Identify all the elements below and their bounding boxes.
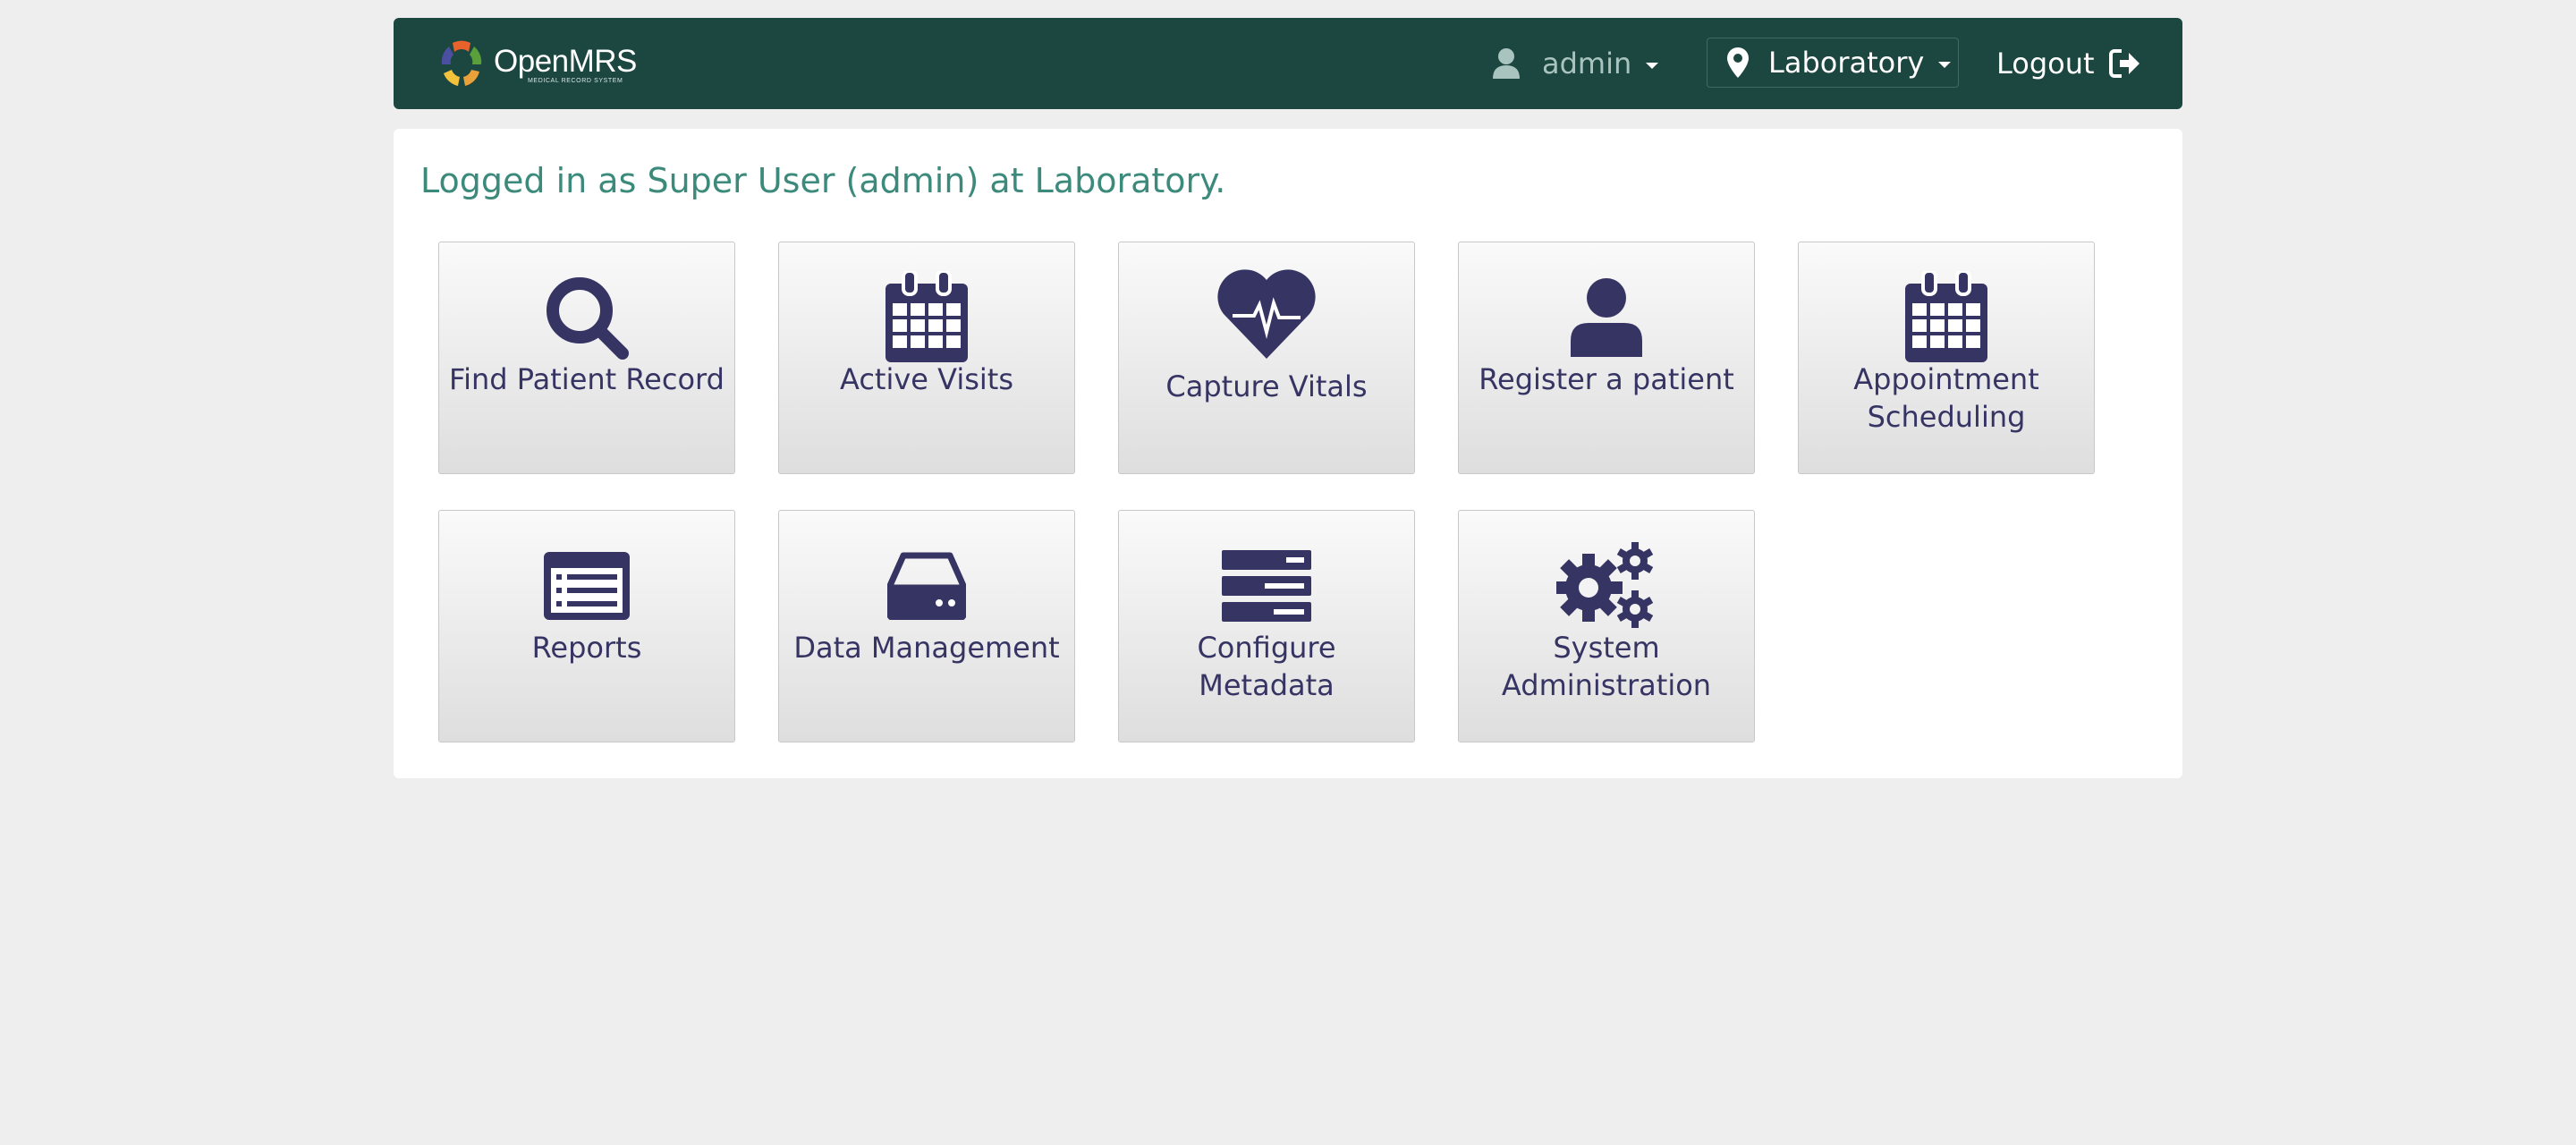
gears-icon — [1556, 542, 1654, 628]
app-tile-label: Appointment Scheduling — [1853, 362, 2039, 434]
top-header: OpenMRS MEDICAL RECORD SYSTEM admin Labo… — [394, 18, 2182, 109]
location-label: Laboratory — [1768, 46, 1925, 80]
app-tile-data-management[interactable]: Data Management — [778, 510, 1075, 742]
search-icon — [547, 277, 629, 360]
user-menu[interactable]: admin — [1492, 43, 1659, 84]
map-marker-icon — [1727, 47, 1749, 78]
chevron-down-icon — [1938, 61, 1952, 68]
tasks-icon — [1222, 550, 1311, 622]
main-panel: Logged in as Super User (admin) at Labor… — [394, 129, 2182, 778]
sign-out-icon — [2108, 49, 2140, 78]
logo-name: OpenMRS — [494, 43, 637, 79]
app-tile-label: System Administration — [1501, 631, 1712, 702]
user-menu-label: admin — [1542, 47, 1632, 81]
logout-label: Logout — [1996, 47, 2095, 81]
app-tile-system-administration[interactable]: System Administration — [1458, 510, 1755, 742]
app-tile-reports[interactable]: Reports — [438, 510, 735, 742]
user-icon — [1571, 278, 1642, 357]
app-tile-appointment-scheduling[interactable]: Appointment Scheduling — [1798, 242, 2095, 474]
welcome-message: Logged in as Super User (admin) at Labor… — [420, 161, 1226, 200]
app-tile-label: Configure Metadata — [1197, 631, 1336, 702]
app-tile-label: Reports — [531, 631, 642, 665]
list-alt-icon — [544, 552, 630, 620]
hdd-icon — [887, 552, 966, 620]
logout-link[interactable]: Logout — [1996, 43, 2141, 84]
app-tile-label: Capture Vitals — [1165, 369, 1368, 403]
app-tile-capture-vitals[interactable]: Capture Vitals — [1118, 242, 1415, 474]
logo-tagline: MEDICAL RECORD SYSTEM — [528, 77, 623, 84]
app-tile-label: Active Visits — [839, 362, 1013, 396]
app-tile-configure-metadata[interactable]: Configure Metadata — [1118, 510, 1415, 742]
app-tile-active-visits[interactable]: Active Visits — [778, 242, 1075, 474]
user-icon — [1493, 48, 1520, 79]
openmrs-logo-icon — [441, 40, 482, 86]
app-tile-find-patient-record[interactable]: Find Patient Record — [438, 242, 735, 474]
chevron-down-icon — [1646, 62, 1659, 69]
heartbeat-icon — [1217, 269, 1316, 359]
app-tile-label: Find Patient Record — [449, 362, 724, 396]
app-tile-register-patient[interactable]: Register a patient — [1458, 242, 1755, 474]
openmrs-logo[interactable]: OpenMRS MEDICAL RECORD SYSTEM — [438, 39, 637, 89]
calendar-icon — [1905, 271, 1987, 362]
app-tile-label: Register a patient — [1479, 362, 1734, 396]
app-tile-label: Data Management — [793, 631, 1060, 665]
location-menu[interactable]: Laboratory — [1707, 38, 1959, 88]
calendar-icon — [886, 271, 968, 362]
